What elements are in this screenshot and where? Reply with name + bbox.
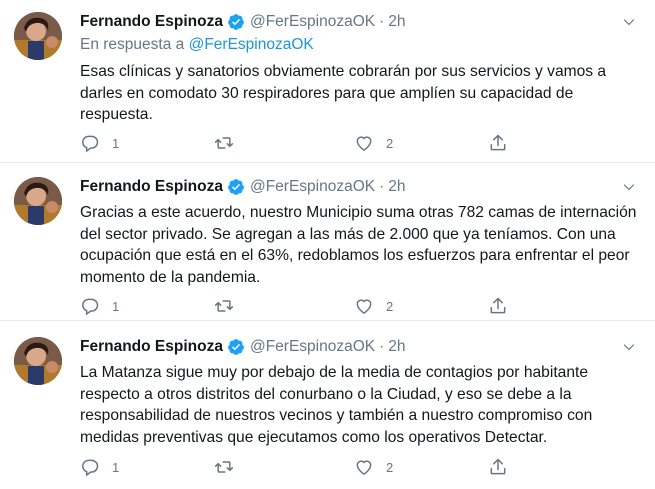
tweet-2[interactable]: Fernando Espinoza @FerEspinozaOK · 2h Gr… xyxy=(0,163,655,321)
reply-handle-link[interactable]: @FerEspinozaOK xyxy=(189,36,314,53)
share-button[interactable] xyxy=(488,295,508,317)
reply-button[interactable]: 1 xyxy=(80,295,119,317)
heart-icon xyxy=(356,299,372,314)
like-button[interactable]: 2 xyxy=(354,295,393,317)
author-handle[interactable]: @FerEspinozaOK xyxy=(250,178,375,196)
tweet-text: Esas clínicas y sanatorios obviamente co… xyxy=(80,63,607,123)
share-button[interactable] xyxy=(488,456,508,478)
retweet-button[interactable] xyxy=(214,132,246,154)
reply-context: En respuesta a @FerEspinozaOK xyxy=(80,36,641,56)
avatar[interactable] xyxy=(14,337,62,385)
tweet-1[interactable]: Fernando Espinoza @FerEspinozaOK · 2h En… xyxy=(0,0,655,163)
timestamp[interactable]: 2h xyxy=(388,338,405,356)
author-handle[interactable]: @FerEspinozaOK xyxy=(250,13,375,31)
reply-button[interactable]: 1 xyxy=(80,456,119,478)
retweet-icon xyxy=(214,300,234,312)
author-name[interactable]: Fernando Espinoza xyxy=(80,338,223,356)
verified-badge-icon xyxy=(227,13,245,31)
separator-dot: · xyxy=(379,13,385,30)
author-handle[interactable]: @FerEspinozaOK xyxy=(250,338,375,356)
separator-dot: · xyxy=(379,178,385,195)
tweet-text: Gracias a este acuerdo, nuestro Municipi… xyxy=(80,204,637,286)
like-button[interactable]: 2 xyxy=(354,132,393,154)
reply-icon xyxy=(82,135,99,153)
author-name[interactable]: Fernando Espinoza xyxy=(80,13,223,31)
like-count: 2 xyxy=(386,135,394,151)
tweet-thread: Fernando Espinoza @FerEspinozaOK · 2h En… xyxy=(0,0,655,489)
reply-count: 1 xyxy=(112,135,120,151)
share-icon xyxy=(490,458,506,475)
author-name[interactable]: Fernando Espinoza xyxy=(80,178,223,196)
retweet-icon xyxy=(214,137,234,149)
reply-button[interactable]: 1 xyxy=(80,132,119,154)
chevron-down-icon[interactable] xyxy=(617,177,641,197)
verified-badge-icon xyxy=(227,178,245,196)
tweet-3[interactable]: Fernando Espinoza @FerEspinozaOK · 2h La… xyxy=(0,321,655,489)
retweet-button[interactable] xyxy=(214,456,246,478)
retweet-button[interactable] xyxy=(214,295,246,317)
reply-icon xyxy=(82,298,99,316)
timestamp[interactable]: 2h xyxy=(388,178,405,196)
verified-badge-icon xyxy=(227,338,245,356)
tweet-actions: 1 2 xyxy=(80,456,520,478)
reply-count: 1 xyxy=(112,298,120,314)
heart-icon xyxy=(356,136,372,151)
reply-icon xyxy=(82,459,99,477)
tweet-actions: 1 2 xyxy=(80,132,520,154)
chevron-down-icon[interactable] xyxy=(617,337,641,357)
avatar-photo xyxy=(14,12,62,60)
heart-icon xyxy=(356,460,372,475)
like-count: 2 xyxy=(386,298,394,314)
avatar[interactable] xyxy=(14,12,62,60)
timestamp[interactable]: 2h xyxy=(388,13,405,31)
like-button[interactable]: 2 xyxy=(354,456,393,478)
avatar-photo xyxy=(14,177,62,225)
separator-dot: · xyxy=(379,338,385,355)
avatar[interactable] xyxy=(14,177,62,225)
share-icon xyxy=(490,297,506,314)
tweet-text: La Matanza sigue muy por debajo de la me… xyxy=(80,364,593,446)
retweet-icon xyxy=(214,461,234,473)
chevron-down-icon[interactable] xyxy=(617,12,641,32)
reply-prefix: En respuesta a xyxy=(80,36,185,53)
share-button[interactable] xyxy=(488,132,508,154)
like-count: 2 xyxy=(386,459,394,475)
share-icon xyxy=(490,134,506,151)
reply-count: 1 xyxy=(112,459,120,475)
tweet-actions: 1 2 xyxy=(80,295,520,317)
avatar-photo xyxy=(14,337,62,385)
